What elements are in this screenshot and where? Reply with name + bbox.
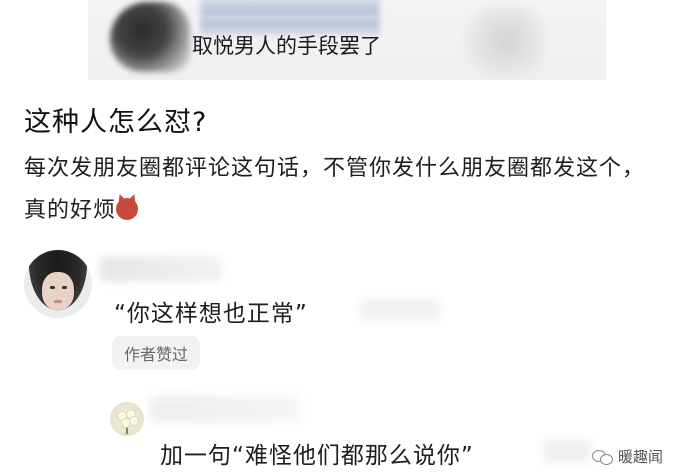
blurred-region (544, 440, 590, 462)
blurred-username (150, 396, 300, 422)
watermark: 暖趣闻 (592, 446, 663, 467)
blurred-region (466, 6, 546, 76)
comment-text: 加一句“难怪他们都那么说你” (160, 443, 474, 469)
avatar[interactable] (24, 250, 92, 318)
quoted-image[interactable]: 取悦男人的手段罢了 (88, 0, 606, 80)
blurred-region (360, 300, 440, 320)
post-title: 这种人怎么怼? (24, 107, 208, 138)
blurred-region (200, 0, 380, 34)
post-body: 每次发朋友圈都评论这句话，不管你发什么朋友圈都发这个，真的好烦 (24, 148, 664, 232)
author-liked-badge: 作者赞过 (112, 336, 201, 370)
blurred-username (100, 256, 222, 282)
blurred-region (110, 2, 190, 72)
avatar[interactable] (110, 402, 144, 436)
screenshot-page: 取悦男人的手段罢了 这种人怎么怼? 每次发朋友圈都评论这句话，不管你发什么朋友圈… (0, 0, 690, 476)
comment-text: “你这样想也正常” (114, 301, 308, 327)
devil-face-icon (116, 198, 139, 220)
wechat-icon (592, 448, 614, 466)
image-caption: 取悦男人的手段罢了 (192, 34, 381, 58)
watermark-text: 暖趣闻 (618, 448, 664, 466)
